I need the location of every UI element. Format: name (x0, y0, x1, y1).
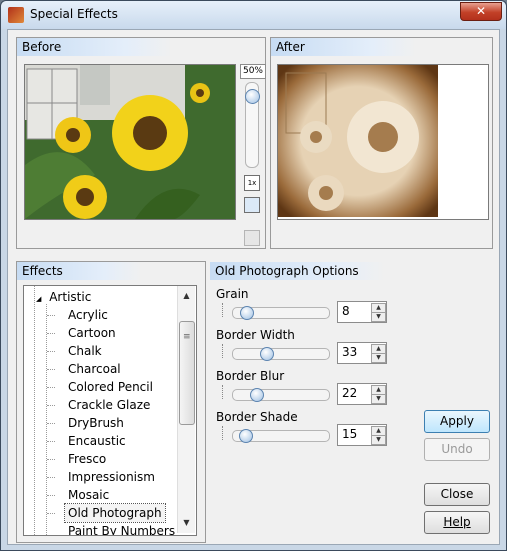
close-button[interactable]: Close (424, 483, 490, 506)
tree-connector (47, 405, 55, 406)
tree-item-colored-pencil[interactable]: Colored Pencil (68, 378, 153, 396)
border-blur-label: Border Blur (216, 369, 285, 383)
zoom-level[interactable]: 50% (240, 64, 266, 79)
tree-connector (47, 459, 55, 460)
border-blur-slider-track[interactable] (232, 389, 330, 401)
effects-tree[interactable]: ◢ Artistic Acrylic Cartoon Chalk Charcoa… (23, 285, 197, 536)
border-width-label: Border Width (216, 328, 295, 342)
options-title: Old Photograph Options (210, 262, 385, 280)
tree-item-drybrush[interactable]: DryBrush (68, 414, 124, 432)
border-width-slider-track[interactable] (232, 348, 330, 360)
tree-item-charcoal[interactable]: Charcoal (68, 360, 121, 378)
border-shade-value[interactable]: 15 (342, 427, 357, 441)
grain-spinbox[interactable]: 8 ▲ ▼ (337, 301, 387, 323)
effects-title: Effects (17, 262, 142, 280)
grain-ticks (222, 303, 224, 317)
tree-connector (47, 333, 55, 334)
undo-button[interactable]: Undo (424, 438, 490, 461)
spin-down-icon[interactable]: ▼ (371, 435, 386, 445)
category-label: Artistic (49, 290, 92, 304)
border-blur-spinbox[interactable]: 22 ▲ ▼ (337, 383, 387, 405)
tree-connector (47, 351, 55, 352)
spin-down-icon[interactable]: ▼ (371, 394, 386, 404)
tree-item-chalk[interactable]: Chalk (68, 342, 102, 360)
tree-scrollbar[interactable]: ▲ ≡ ▼ (177, 286, 195, 533)
before-title: Before (17, 38, 172, 56)
before-image (24, 64, 236, 220)
tree-item-encaustic[interactable]: Encaustic (68, 432, 126, 450)
tree-connector (47, 477, 55, 478)
border-shade-label: Border Shade (216, 410, 298, 424)
tree-category-artistic[interactable]: ◢ Artistic (36, 288, 91, 306)
tree-connector (47, 513, 55, 514)
tree-item-impressionism[interactable]: Impressionism (68, 468, 155, 486)
grain-label: Grain (216, 287, 249, 301)
border-shade-ticks (222, 426, 224, 440)
tree-connector (47, 441, 55, 442)
before-photo-svg (25, 65, 235, 219)
actual-size-icon[interactable]: 1x (244, 175, 260, 191)
tree-item-mosaic[interactable]: Mosaic (68, 486, 109, 504)
after-photo-svg (278, 65, 488, 219)
tree-connector (47, 423, 55, 424)
app-icon (8, 7, 24, 23)
tree-connector (47, 387, 55, 388)
pan-icon (244, 230, 260, 246)
border-shade-slider-thumb[interactable] (239, 429, 253, 443)
tree-item-crackle-glaze[interactable]: Crackle Glaze (68, 396, 150, 414)
border-width-slider-thumb[interactable] (260, 347, 274, 361)
spin-down-icon[interactable]: ▼ (371, 312, 386, 322)
border-blur-slider-thumb[interactable] (250, 388, 264, 402)
grain-value[interactable]: 8 (342, 304, 350, 318)
tree-connector (47, 495, 55, 496)
help-button[interactable]: Help (424, 511, 490, 534)
tree-item-paint-by-numbers[interactable]: Paint By Numbers (68, 522, 175, 535)
tree-item-acrylic[interactable]: Acrylic (68, 306, 108, 324)
window-title: Special Effects (30, 7, 118, 21)
tree-item-old-photograph[interactable]: Old Photograph (64, 503, 166, 523)
border-width-ticks (222, 344, 224, 358)
scroll-grip-icon: ≡ (183, 332, 191, 342)
scroll-down-icon[interactable]: ▼ (178, 515, 195, 531)
tree-root-line (34, 286, 35, 535)
expand-icon[interactable]: ◢ (36, 295, 41, 303)
apply-button[interactable]: Apply (424, 410, 490, 433)
tree-branch-line (46, 304, 47, 535)
fit-to-window-icon[interactable] (244, 197, 260, 213)
border-shade-spinbox[interactable]: 15 ▲ ▼ (337, 424, 387, 446)
after-image (277, 64, 489, 220)
scroll-up-icon[interactable]: ▲ (178, 288, 195, 304)
close-window-button[interactable]: ✕ (460, 2, 502, 21)
zoom-slider-thumb[interactable] (245, 89, 260, 104)
border-width-spinbox[interactable]: 33 ▲ ▼ (337, 342, 387, 364)
grain-slider-thumb[interactable] (240, 306, 254, 320)
border-blur-value[interactable]: 22 (342, 386, 357, 400)
tree-item-fresco[interactable]: Fresco (68, 450, 106, 468)
border-width-value[interactable]: 33 (342, 345, 357, 359)
spin-down-icon[interactable]: ▼ (371, 353, 386, 363)
border-blur-ticks (222, 385, 224, 399)
tree-item-cartoon[interactable]: Cartoon (68, 324, 116, 342)
title-bar[interactable]: Special Effects ✕ (1, 1, 506, 29)
tree-connector (47, 315, 55, 316)
tree-connector (47, 369, 55, 370)
after-title: After (271, 38, 416, 56)
